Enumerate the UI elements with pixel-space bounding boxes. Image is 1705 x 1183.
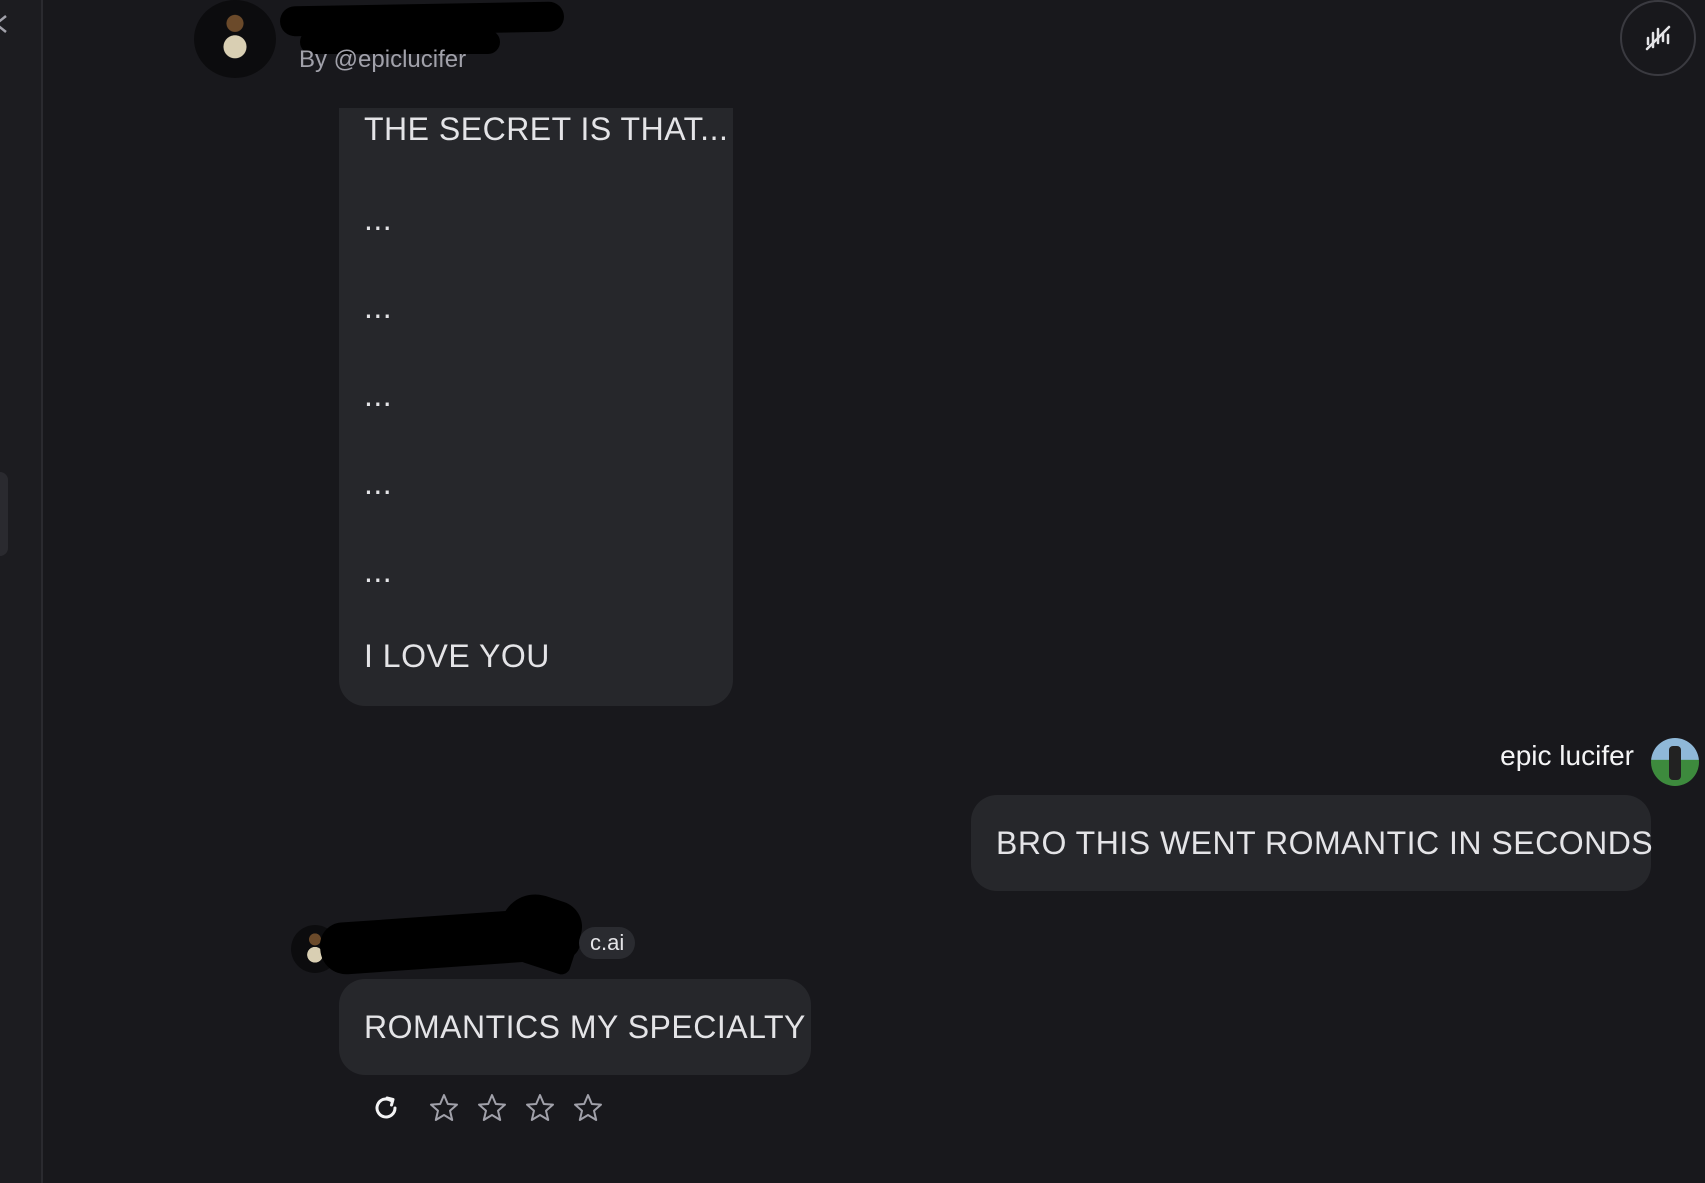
message-actions bbox=[370, 1088, 604, 1128]
cai-badge: c.ai bbox=[579, 927, 636, 959]
sidebar-toggle-handle[interactable] bbox=[0, 472, 8, 556]
left-sidebar-rail bbox=[0, 0, 43, 1183]
refresh-icon[interactable] bbox=[370, 1092, 402, 1124]
character-avatar[interactable] bbox=[194, 0, 276, 78]
user-message-bubble: BRO THIS WENT ROMANTIC IN SECONDS bbox=[971, 795, 1653, 891]
message-line: I LOVE YOU bbox=[364, 638, 550, 674]
bot-reply-bubble: ROMANTICS MY SPECIALTY bbox=[339, 979, 811, 1075]
message-line: ... bbox=[364, 553, 393, 589]
message-line: ... bbox=[364, 289, 393, 325]
message-line: ... bbox=[364, 465, 393, 501]
star-icon[interactable] bbox=[428, 1092, 460, 1124]
user-name: epic lucifer bbox=[1500, 740, 1634, 771]
chat-page: By @epiclucifer THE SECRET IS THAT... ..… bbox=[0, 0, 1705, 1183]
message-line: ... bbox=[364, 201, 393, 237]
message-line: ... bbox=[364, 377, 393, 413]
star-icon[interactable] bbox=[524, 1092, 556, 1124]
star-icon[interactable] bbox=[476, 1092, 508, 1124]
message-line: THE SECRET IS THAT... bbox=[364, 111, 729, 147]
star-icon[interactable] bbox=[572, 1092, 604, 1124]
voice-toggle-button[interactable] bbox=[1620, 0, 1696, 76]
creator-handle[interactable]: By @epiclucifer bbox=[299, 46, 466, 74]
voice-off-icon bbox=[1645, 25, 1671, 51]
bot-message-bubble: THE SECRET IS THAT... ... ... ... ... ..… bbox=[339, 108, 733, 706]
user-avatar[interactable] bbox=[1651, 738, 1699, 786]
close-icon[interactable] bbox=[0, 14, 12, 40]
